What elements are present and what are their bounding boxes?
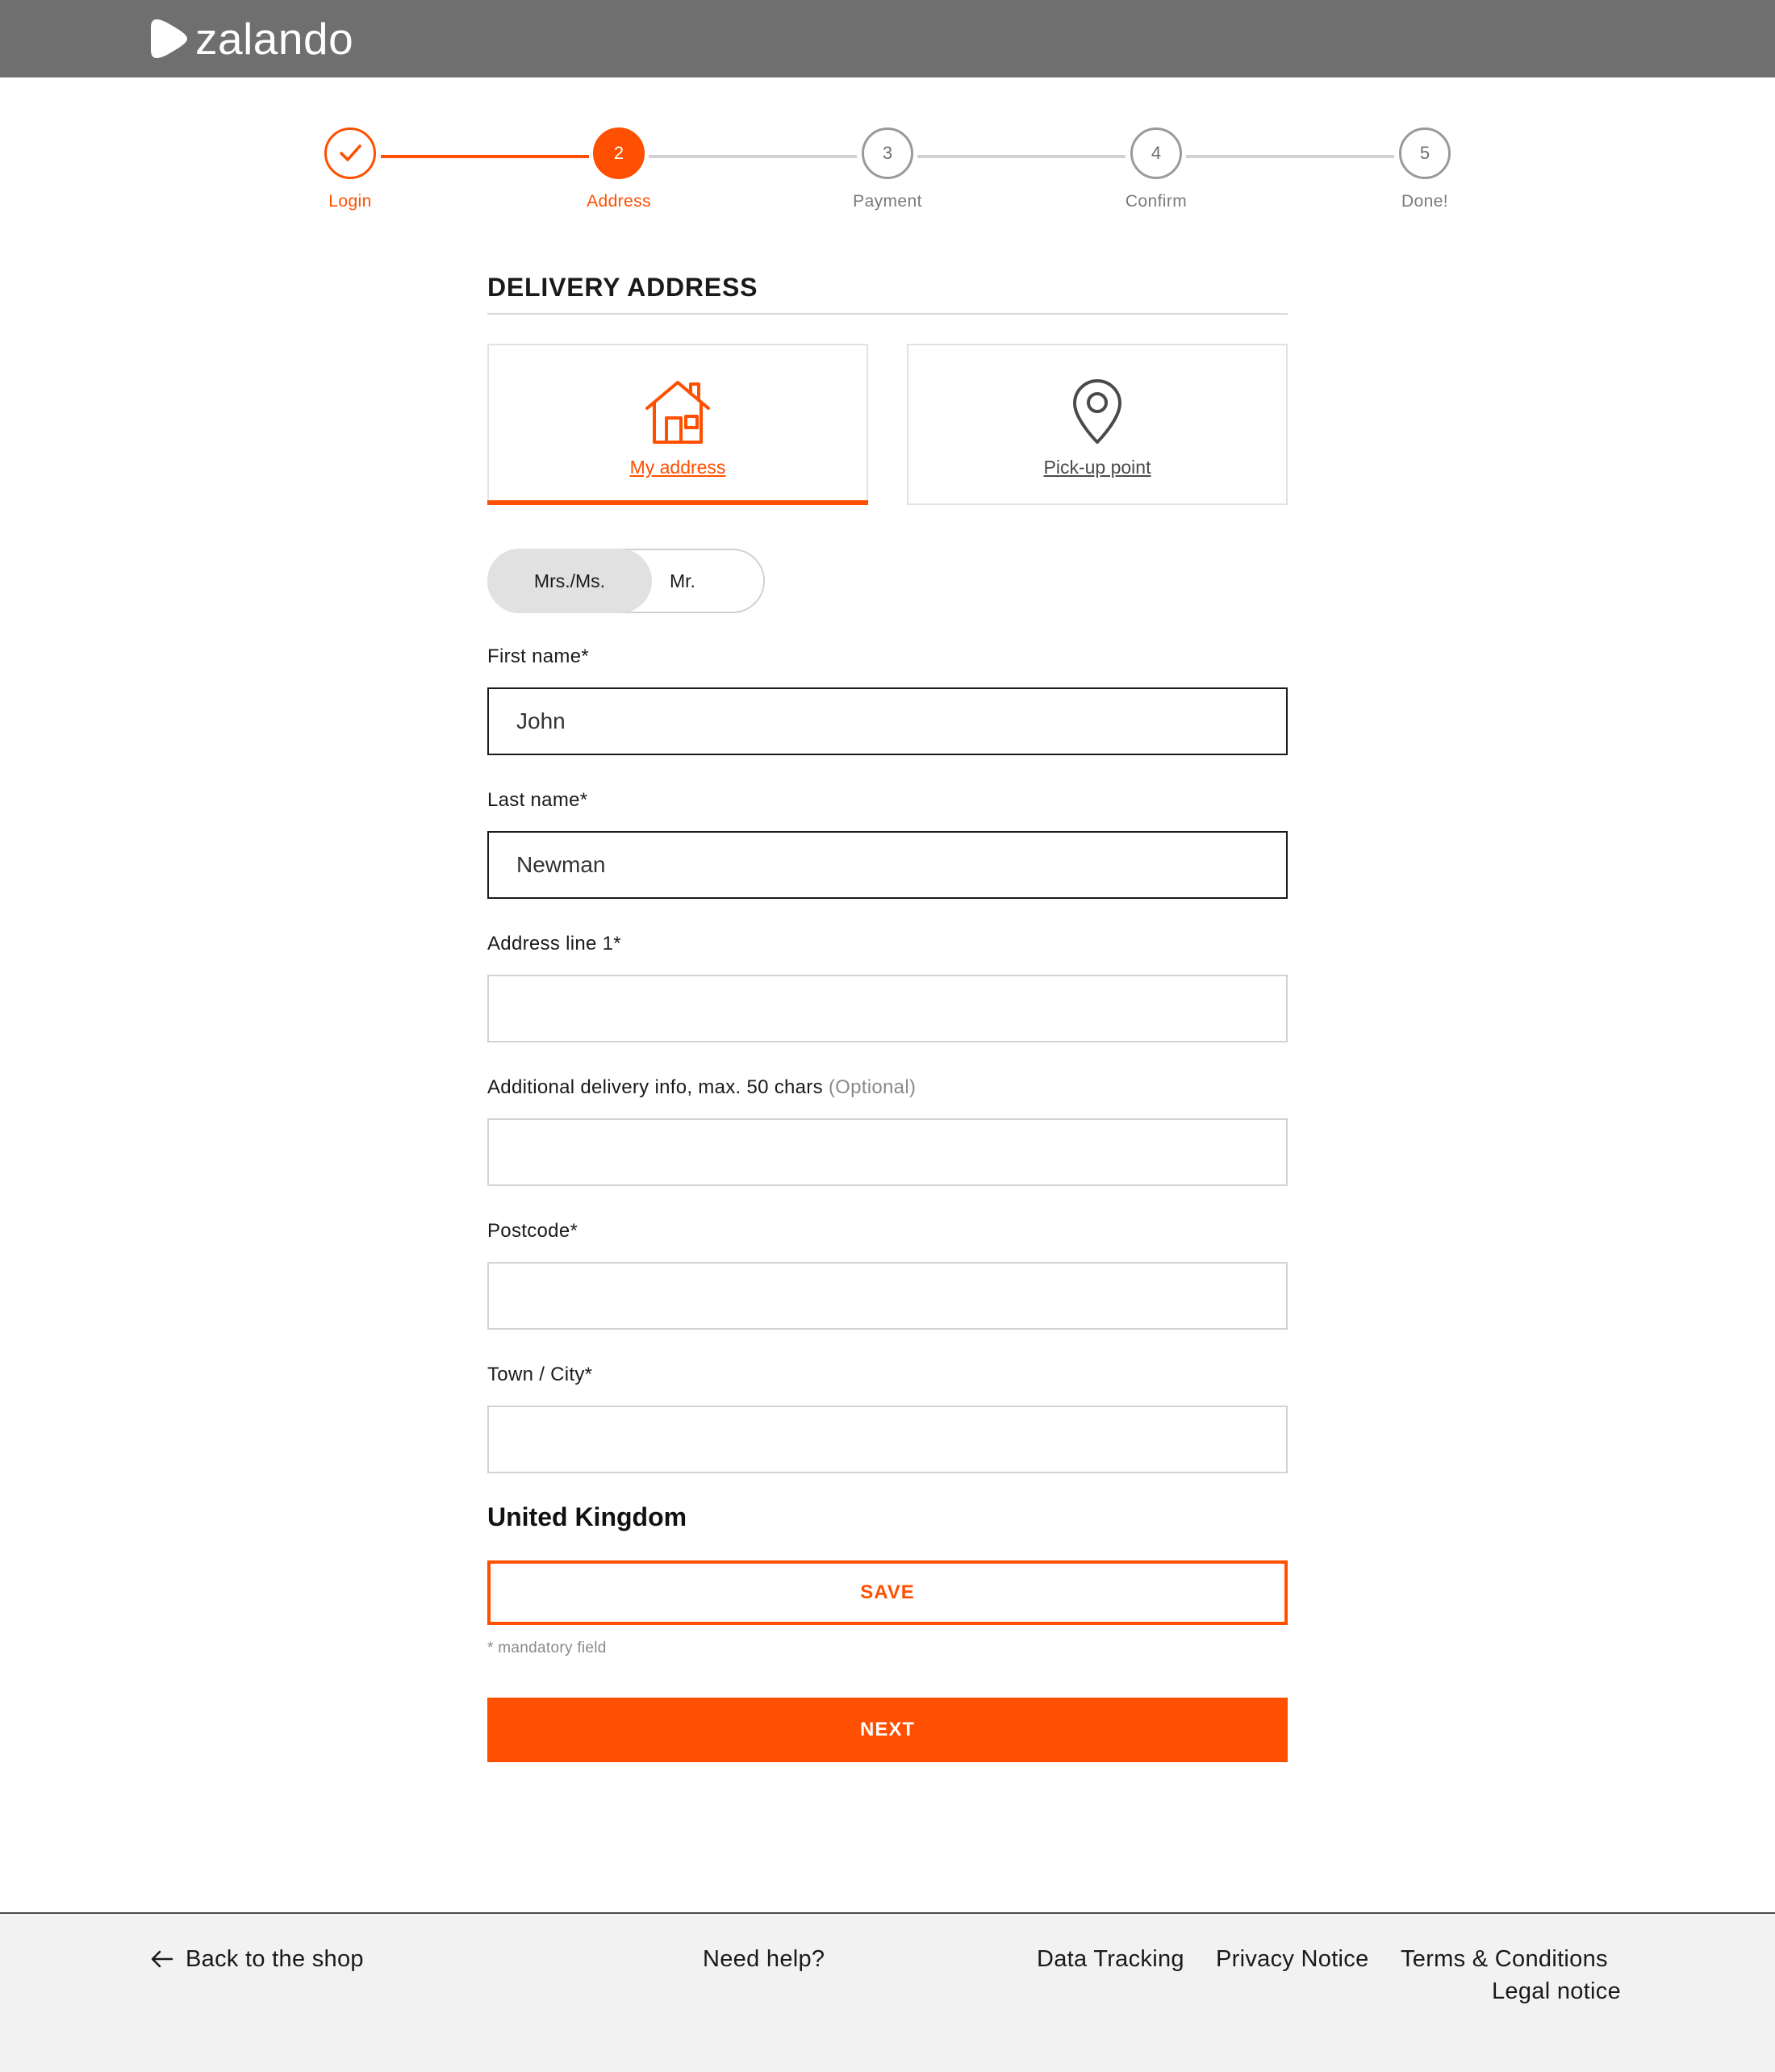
title-divider xyxy=(487,313,1288,315)
step-address-number: 2 xyxy=(593,127,645,179)
address-line1-input[interactable] xyxy=(487,975,1288,1042)
step-login-label: Login xyxy=(328,192,372,211)
delivery-address-form: DELIVERY ADDRESS My address Pick-up poin xyxy=(487,265,1288,1762)
step-payment-number: 3 xyxy=(862,127,913,179)
address-type-my-address[interactable]: My address xyxy=(487,344,868,505)
house-icon xyxy=(645,381,710,444)
optional-marker: (Optional) xyxy=(828,1076,917,1098)
city-label: Town / City* xyxy=(487,1364,593,1385)
first-name-label: First name* xyxy=(487,645,589,667)
mandatory-field-note: * mandatory field xyxy=(487,1640,607,1656)
pick-up-point-label: Pick-up point xyxy=(1043,457,1151,478)
my-address-label: My address xyxy=(629,457,726,478)
step-confirm-number: 4 xyxy=(1130,127,1182,179)
postcode-label: Postcode* xyxy=(487,1220,578,1242)
last-name-label: Last name* xyxy=(487,789,588,811)
save-button[interactable]: SAVE xyxy=(487,1560,1288,1625)
address-type-selector: My address Pick-up point xyxy=(487,344,1288,505)
footer: Back to the shop Need help? Data Trackin… xyxy=(0,1912,1775,2072)
back-to-shop-link[interactable]: Back to the shop xyxy=(150,1943,364,1975)
postcode-input[interactable] xyxy=(487,1262,1288,1330)
step-confirm: 4 Confirm xyxy=(1075,127,1237,211)
top-bar: zalando xyxy=(0,0,1775,77)
data-tracking-link[interactable]: Data Tracking xyxy=(1037,1943,1184,1975)
additional-info-label-row: Additional delivery info, max. 50 chars … xyxy=(487,1075,1288,1101)
checkout-progress-stepper: Login 2 Address 3 Payment 4 Confirm 5 Do… xyxy=(0,127,1775,216)
selected-tab-indicator xyxy=(487,500,868,505)
step-payment-label: Payment xyxy=(853,192,922,211)
logo-text: zalando xyxy=(195,14,354,64)
salutation-mr[interactable]: Mr. xyxy=(670,549,695,613)
step-confirm-label: Confirm xyxy=(1125,192,1188,211)
location-pin-icon xyxy=(1073,379,1121,444)
step-done-number: 5 xyxy=(1399,127,1451,179)
additional-info-label: Additional delivery info, max. 50 chars xyxy=(487,1076,823,1098)
step-login[interactable]: Login xyxy=(269,127,431,211)
privacy-notice-link[interactable]: Privacy Notice xyxy=(1216,1943,1369,1975)
checkmark-icon xyxy=(340,144,361,161)
salutation-toggle: Mrs./Ms. Mr. xyxy=(487,549,765,613)
address-line1-label: Address line 1* xyxy=(487,933,621,955)
step-address[interactable]: 2 Address xyxy=(538,127,700,211)
step-address-label: Address xyxy=(587,192,651,211)
legal-notice-link[interactable]: Legal notice xyxy=(1492,1975,1621,2007)
additional-info-input[interactable] xyxy=(487,1118,1288,1186)
need-help-link[interactable]: Need help? xyxy=(703,1943,825,1975)
zalando-play-icon xyxy=(151,19,187,58)
last-name-input[interactable] xyxy=(487,831,1288,899)
step-done: 5 Done! xyxy=(1344,127,1506,211)
zalando-logo[interactable]: zalando xyxy=(150,13,353,65)
next-button[interactable]: NEXT xyxy=(487,1698,1288,1762)
arrow-left-icon xyxy=(151,1950,173,1968)
step-payment: 3 Payment xyxy=(807,127,968,211)
address-type-pick-up-point[interactable]: Pick-up point xyxy=(907,344,1288,505)
terms-conditions-link[interactable]: Terms & Conditions xyxy=(1401,1943,1608,1975)
back-to-shop-label: Back to the shop xyxy=(186,1946,364,1972)
page-title: DELIVERY ADDRESS xyxy=(487,273,758,302)
step-login-circle xyxy=(324,127,376,179)
country-name: United Kingdom xyxy=(487,1502,687,1531)
salutation-mrs-ms[interactable]: Mrs./Ms. xyxy=(487,549,652,613)
city-input[interactable] xyxy=(487,1406,1288,1473)
step-done-label: Done! xyxy=(1401,192,1449,211)
first-name-input[interactable] xyxy=(487,687,1288,755)
